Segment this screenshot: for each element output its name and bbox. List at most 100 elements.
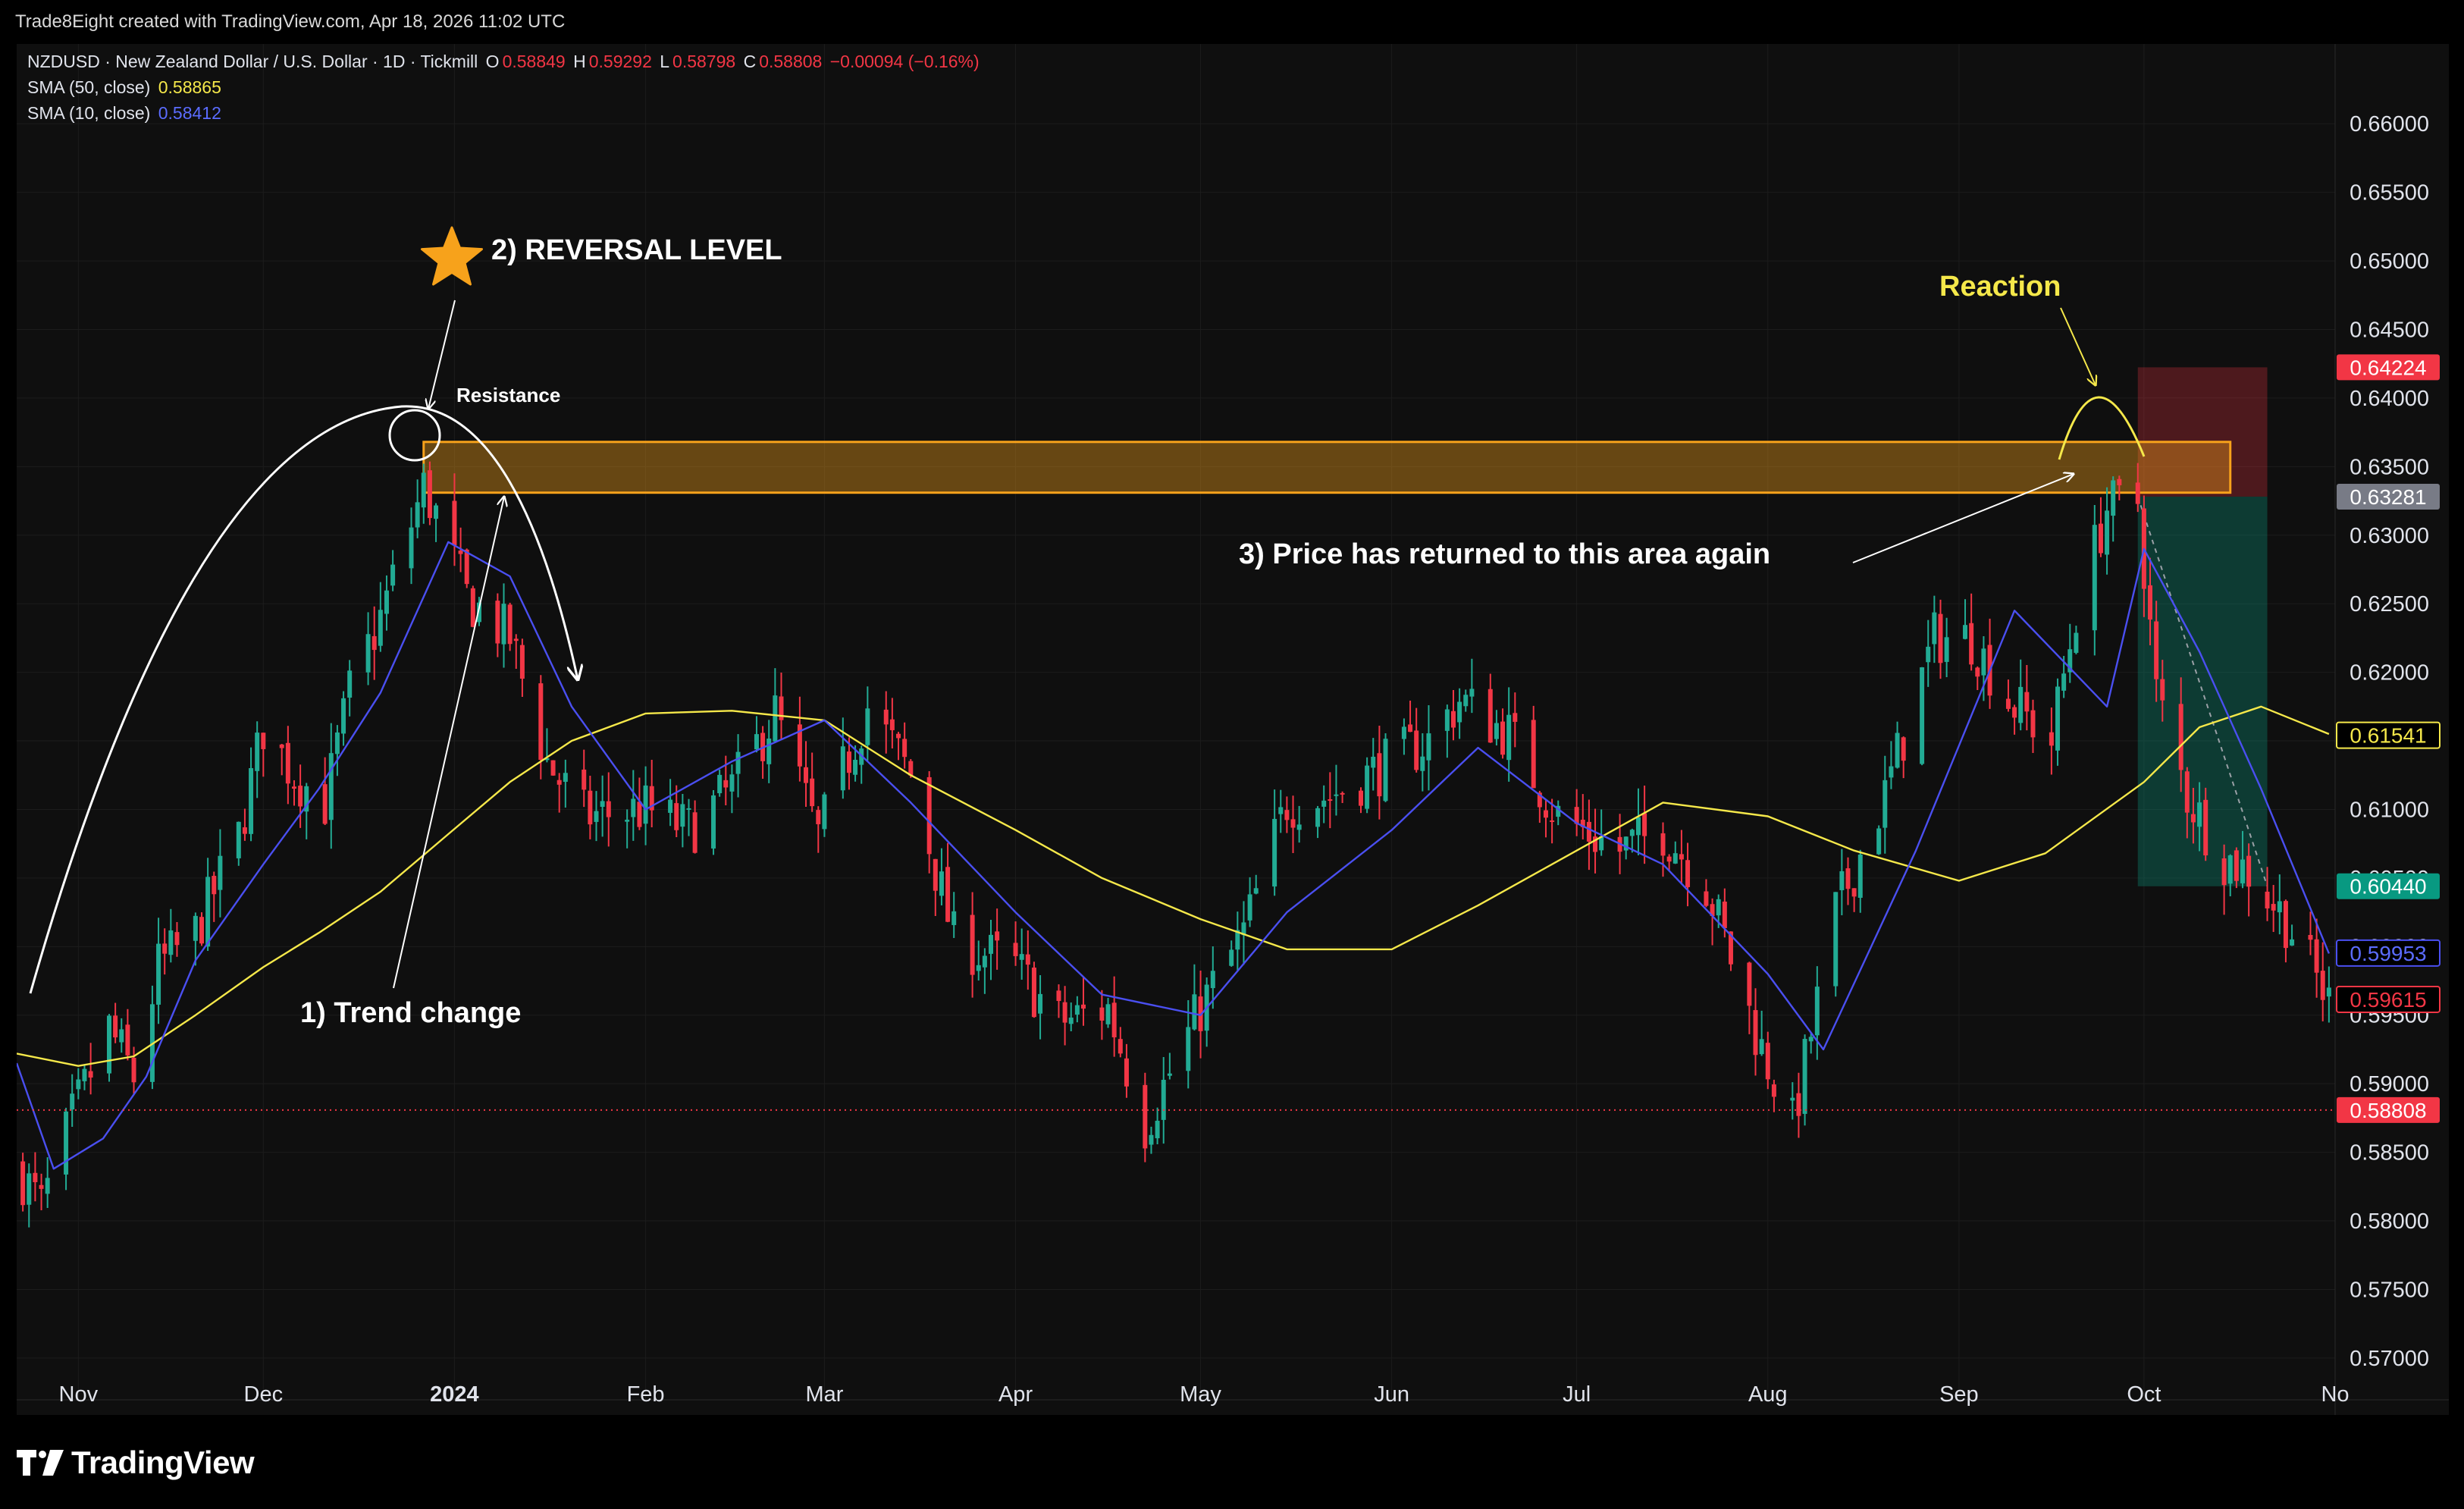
candle-body — [470, 588, 475, 627]
candle-body — [1802, 1039, 1807, 1114]
candle-body — [2030, 710, 2036, 738]
candle-body — [33, 1172, 38, 1182]
trend-arc[interactable] — [29, 405, 578, 994]
price-tag-label: 0.61541 — [2350, 724, 2426, 748]
candle-body — [538, 683, 544, 761]
x-tick-label: Feb — [627, 1382, 665, 1407]
trend-change-label: 1) Trend change — [300, 997, 521, 1029]
candles — [20, 461, 2331, 1228]
candle-body — [2203, 799, 2209, 856]
candle-body — [1149, 1134, 1154, 1145]
price-tag-label: 0.59953 — [2350, 942, 2426, 965]
symbol-line: NZDUSD · New Zealand Dollar / U.S. Dolla… — [27, 52, 478, 71]
candle-body — [840, 746, 845, 791]
candle-body — [334, 732, 340, 754]
high-label: H — [573, 52, 586, 71]
reaction-arrow[interactable] — [2060, 307, 2096, 385]
candle-body — [199, 917, 204, 944]
candle-body — [933, 858, 938, 891]
candle-body — [119, 1029, 124, 1043]
x-tick-label: Sep — [1939, 1382, 1979, 1407]
candle-body — [1444, 709, 1450, 731]
candle-body — [519, 645, 525, 679]
candle-body — [2271, 904, 2276, 911]
candle-body — [2135, 482, 2140, 504]
candle-body — [495, 601, 500, 644]
created-text: Trade8Eight created with TradingView.com… — [15, 11, 566, 32]
candle-body — [2277, 901, 2282, 913]
chart-pane[interactable]: 2) REVERSAL LEVEL Resistance 1) Trend ch… — [17, 44, 2449, 1415]
y-tick-label: 0.58500 — [2350, 1141, 2429, 1165]
x-tick-label: Dec — [244, 1382, 284, 1407]
resistance-zone-rect — [422, 441, 2232, 494]
candle-body — [896, 733, 901, 739]
tradingview-logo[interactable]: TradingView — [17, 1445, 255, 1481]
candle-body — [162, 943, 168, 954]
candle-body — [1672, 853, 1678, 864]
y-tick-label: 0.65500 — [2350, 181, 2429, 205]
candle-body — [156, 943, 161, 1005]
resistance-zone[interactable] — [422, 441, 2232, 494]
reversal-circle[interactable] — [388, 409, 441, 462]
candle-body — [427, 470, 432, 519]
candle-body — [205, 877, 211, 947]
candle-body — [2049, 732, 2054, 746]
y-tick-label: 0.64000 — [2350, 387, 2429, 411]
candle-body — [20, 1161, 26, 1206]
candle-body — [212, 876, 217, 895]
candle-body — [1463, 695, 1469, 707]
y-tick-label: 0.62000 — [2350, 661, 2429, 685]
reaction-label: Reaction — [1939, 271, 2061, 303]
candle-body — [1586, 821, 1591, 842]
candle-body — [1099, 1007, 1105, 1021]
candle-body — [2234, 850, 2239, 881]
x-tick-label: Mar — [805, 1382, 843, 1407]
candle-body — [674, 803, 679, 830]
chart-canvas[interactable]: 2) REVERSAL LEVEL Resistance 1) Trend ch… — [17, 44, 2449, 1415]
candle-body — [1963, 625, 1968, 639]
candle-body — [1629, 830, 1635, 836]
candle-body — [2178, 704, 2183, 770]
brand-text: TradingView — [71, 1445, 255, 1480]
candle-body — [2024, 692, 2030, 712]
candle-body — [88, 1071, 93, 1078]
candle-body — [625, 819, 630, 822]
price-tag-label: 0.58808 — [2350, 1099, 2426, 1122]
candle-body — [45, 1178, 50, 1194]
sma10-legend[interactable]: SMA (10, close) 0.58412 — [27, 103, 224, 124]
candle-body — [1920, 667, 1925, 764]
candle-body — [1679, 854, 1684, 860]
candle-body — [606, 801, 611, 817]
candle-body — [1143, 1084, 1148, 1149]
x-tick-label: Aug — [1748, 1382, 1788, 1407]
candle-body — [2320, 971, 2325, 1000]
candle-body — [1889, 766, 1894, 778]
candle-body — [1765, 1043, 1770, 1080]
symbol-legend[interactable]: NZDUSD · New Zealand Dollar / U.S. Dolla… — [27, 52, 983, 72]
candle-body — [1543, 810, 1548, 818]
candle-body — [2148, 585, 2153, 620]
candle-body — [2227, 855, 2233, 884]
candle-body — [853, 760, 858, 775]
sma50-legend[interactable]: SMA (50, close) 0.58865 — [27, 77, 224, 98]
time-axis[interactable]: Nov Dec 2024 Feb Mar Apr May Jun Jul Aug Sep Oct No — [17, 1382, 2449, 1407]
candle-body — [106, 1015, 111, 1074]
candle-body — [1074, 1005, 1080, 1015]
x-tick-label: Jul — [1563, 1382, 1591, 1407]
candle-body — [64, 1111, 69, 1175]
candle-body — [458, 551, 463, 554]
trend-change-arrow[interactable] — [393, 497, 504, 989]
candle-body — [711, 795, 716, 849]
candle-body — [2154, 621, 2159, 679]
candle-body — [1882, 780, 1888, 828]
reversal-arrow[interactable] — [428, 300, 456, 409]
candle-body — [1124, 1058, 1129, 1087]
candle-body — [1450, 711, 1456, 728]
candle-body — [1833, 892, 1839, 987]
candle-body — [1025, 954, 1030, 965]
candle-body — [1796, 1093, 1801, 1116]
candle-body — [1531, 720, 1536, 789]
annotations[interactable]: 2) REVERSAL LEVEL Resistance 1) Trend ch… — [29, 226, 2146, 1029]
x-tick-label: 2024 — [430, 1382, 479, 1407]
candle-body — [1513, 713, 1518, 722]
